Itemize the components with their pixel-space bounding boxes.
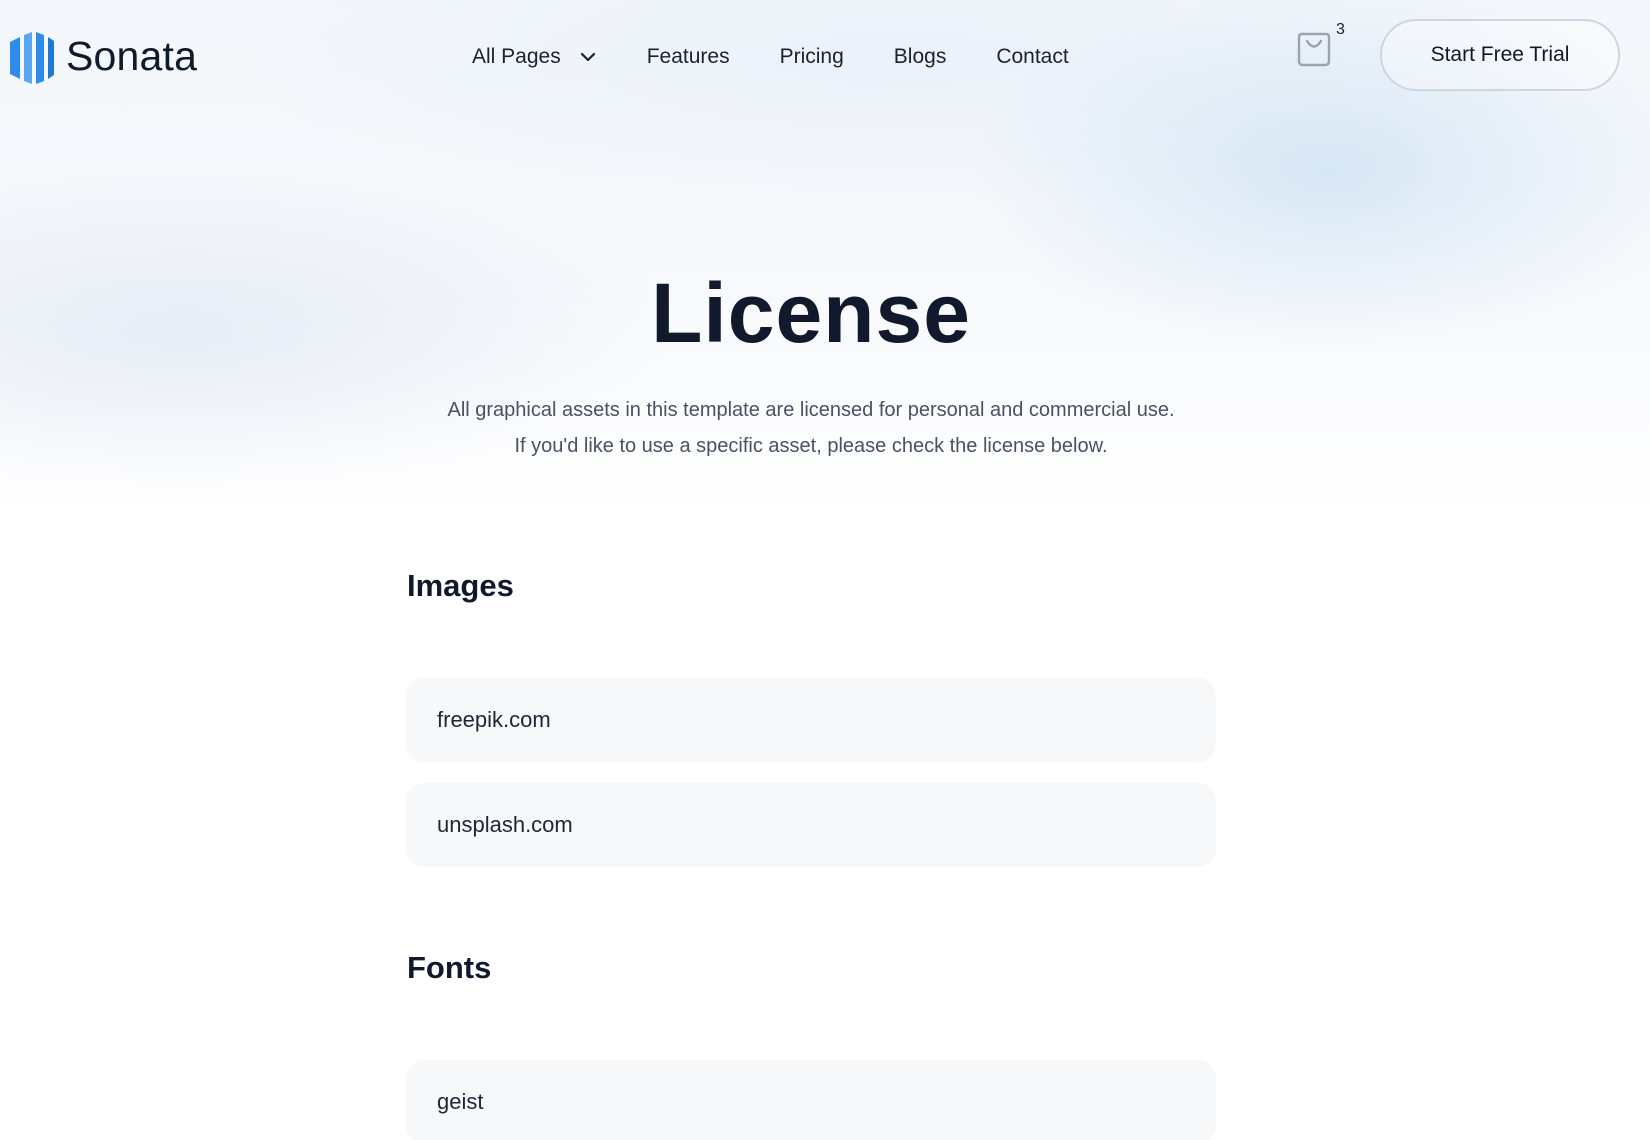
nav-all-pages-label: All Pages [472, 45, 561, 68]
page-subtitle: All graphical assets in this template ar… [0, 392, 1622, 464]
license-item-freepik[interactable]: freepik.com [406, 678, 1216, 762]
nav-contact[interactable]: Contact [996, 45, 1068, 69]
nav-pricing[interactable]: Pricing [780, 45, 844, 69]
cart-button[interactable]: 3 [1296, 21, 1345, 70]
nav-all-pages[interactable]: All Pages [472, 45, 597, 69]
license-item-geist[interactable]: geist [406, 1060, 1216, 1140]
section-title-images: Images [407, 568, 514, 603]
brand-name: Sonata [66, 32, 198, 79]
cart-count-badge: 3 [1336, 21, 1345, 38]
subtitle-line-2: If you'd like to use a specific asset, p… [514, 435, 1108, 457]
sonata-logo-icon [10, 32, 54, 84]
nav-blogs[interactable]: Blogs [894, 45, 947, 69]
shopping-bag-icon [1297, 32, 1331, 67]
start-free-trial-button[interactable]: Start Free Trial [1380, 19, 1620, 91]
subtitle-line-1: All graphical assets in this template ar… [447, 399, 1175, 421]
license-item-unsplash[interactable]: unsplash.com [406, 783, 1216, 867]
brand-logo[interactable]: Sonata [8, 28, 197, 84]
nav-features[interactable]: Features [647, 45, 730, 69]
page-title: License [651, 266, 971, 360]
chevron-down-icon [580, 52, 595, 62]
section-title-fonts: Fonts [407, 950, 492, 985]
main-nav: All Pages Features Pricing Blogs Contact [472, 40, 1069, 74]
site-header: Sonata All Pages Features Pricing Blogs … [0, 0, 1650, 112]
